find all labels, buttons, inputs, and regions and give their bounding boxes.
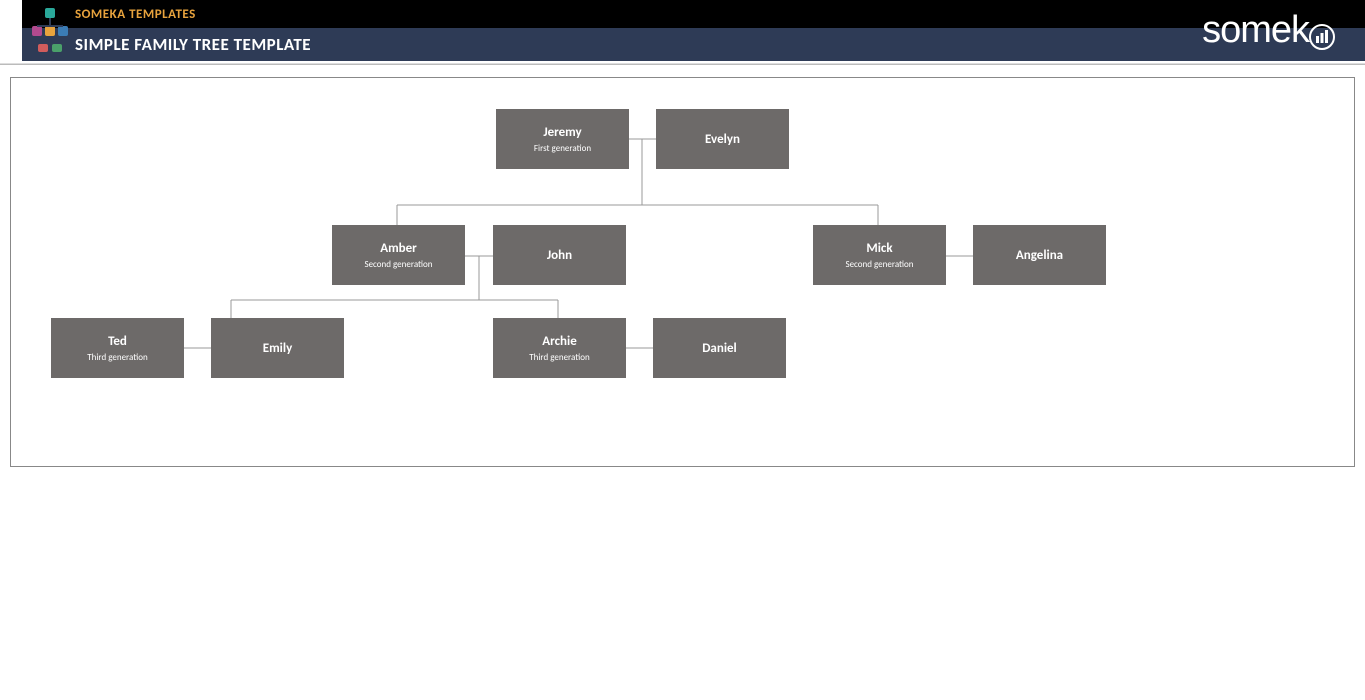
brand-label: SOMEKA TEMPLATES (75, 7, 196, 22)
header-brand-bar: SOMEKA TEMPLATES (0, 0, 1365, 28)
node-name: Jeremy (543, 125, 581, 140)
node-angelina[interactable]: Angelina (973, 225, 1106, 285)
node-jeremy[interactable]: Jeremy First generation (496, 109, 629, 169)
node-name: Emily (263, 341, 292, 356)
someka-logo: somek (1202, 6, 1335, 54)
node-sub: First generation (534, 143, 591, 154)
node-mick[interactable]: Mick Second generation (813, 225, 946, 285)
node-name: Evelyn (705, 132, 740, 147)
node-sub: Second generation (364, 259, 432, 270)
node-archie[interactable]: Archie Third generation (493, 318, 626, 378)
logo-chart-icon (1309, 17, 1335, 60)
node-name: Angelina (1016, 248, 1063, 263)
header-left-margin (0, 0, 22, 61)
node-name: Archie (542, 334, 576, 349)
node-sub: Second generation (845, 259, 913, 270)
family-tree-canvas: Jeremy First generation Evelyn Amber Sec… (10, 77, 1355, 467)
node-john[interactable]: John (493, 225, 626, 285)
node-name: Amber (380, 241, 417, 256)
node-name: Daniel (702, 341, 737, 356)
node-name: Mick (866, 241, 892, 256)
node-ted[interactable]: Ted Third generation (51, 318, 184, 378)
header-title-bar: SIMPLE FAMILY TREE TEMPLATE (0, 28, 1365, 61)
logo-text: somek (1202, 9, 1309, 51)
node-amber[interactable]: Amber Second generation (332, 225, 465, 285)
node-emily[interactable]: Emily (211, 318, 344, 378)
family-tree-icon (28, 6, 72, 54)
node-sub: Third generation (529, 352, 589, 363)
node-name: John (547, 248, 572, 263)
divider (0, 63, 1365, 65)
node-daniel[interactable]: Daniel (653, 318, 786, 378)
page-title: SIMPLE FAMILY TREE TEMPLATE (75, 34, 311, 55)
node-sub: Third generation (87, 352, 147, 363)
node-name: Ted (108, 334, 127, 349)
node-evelyn[interactable]: Evelyn (656, 109, 789, 169)
